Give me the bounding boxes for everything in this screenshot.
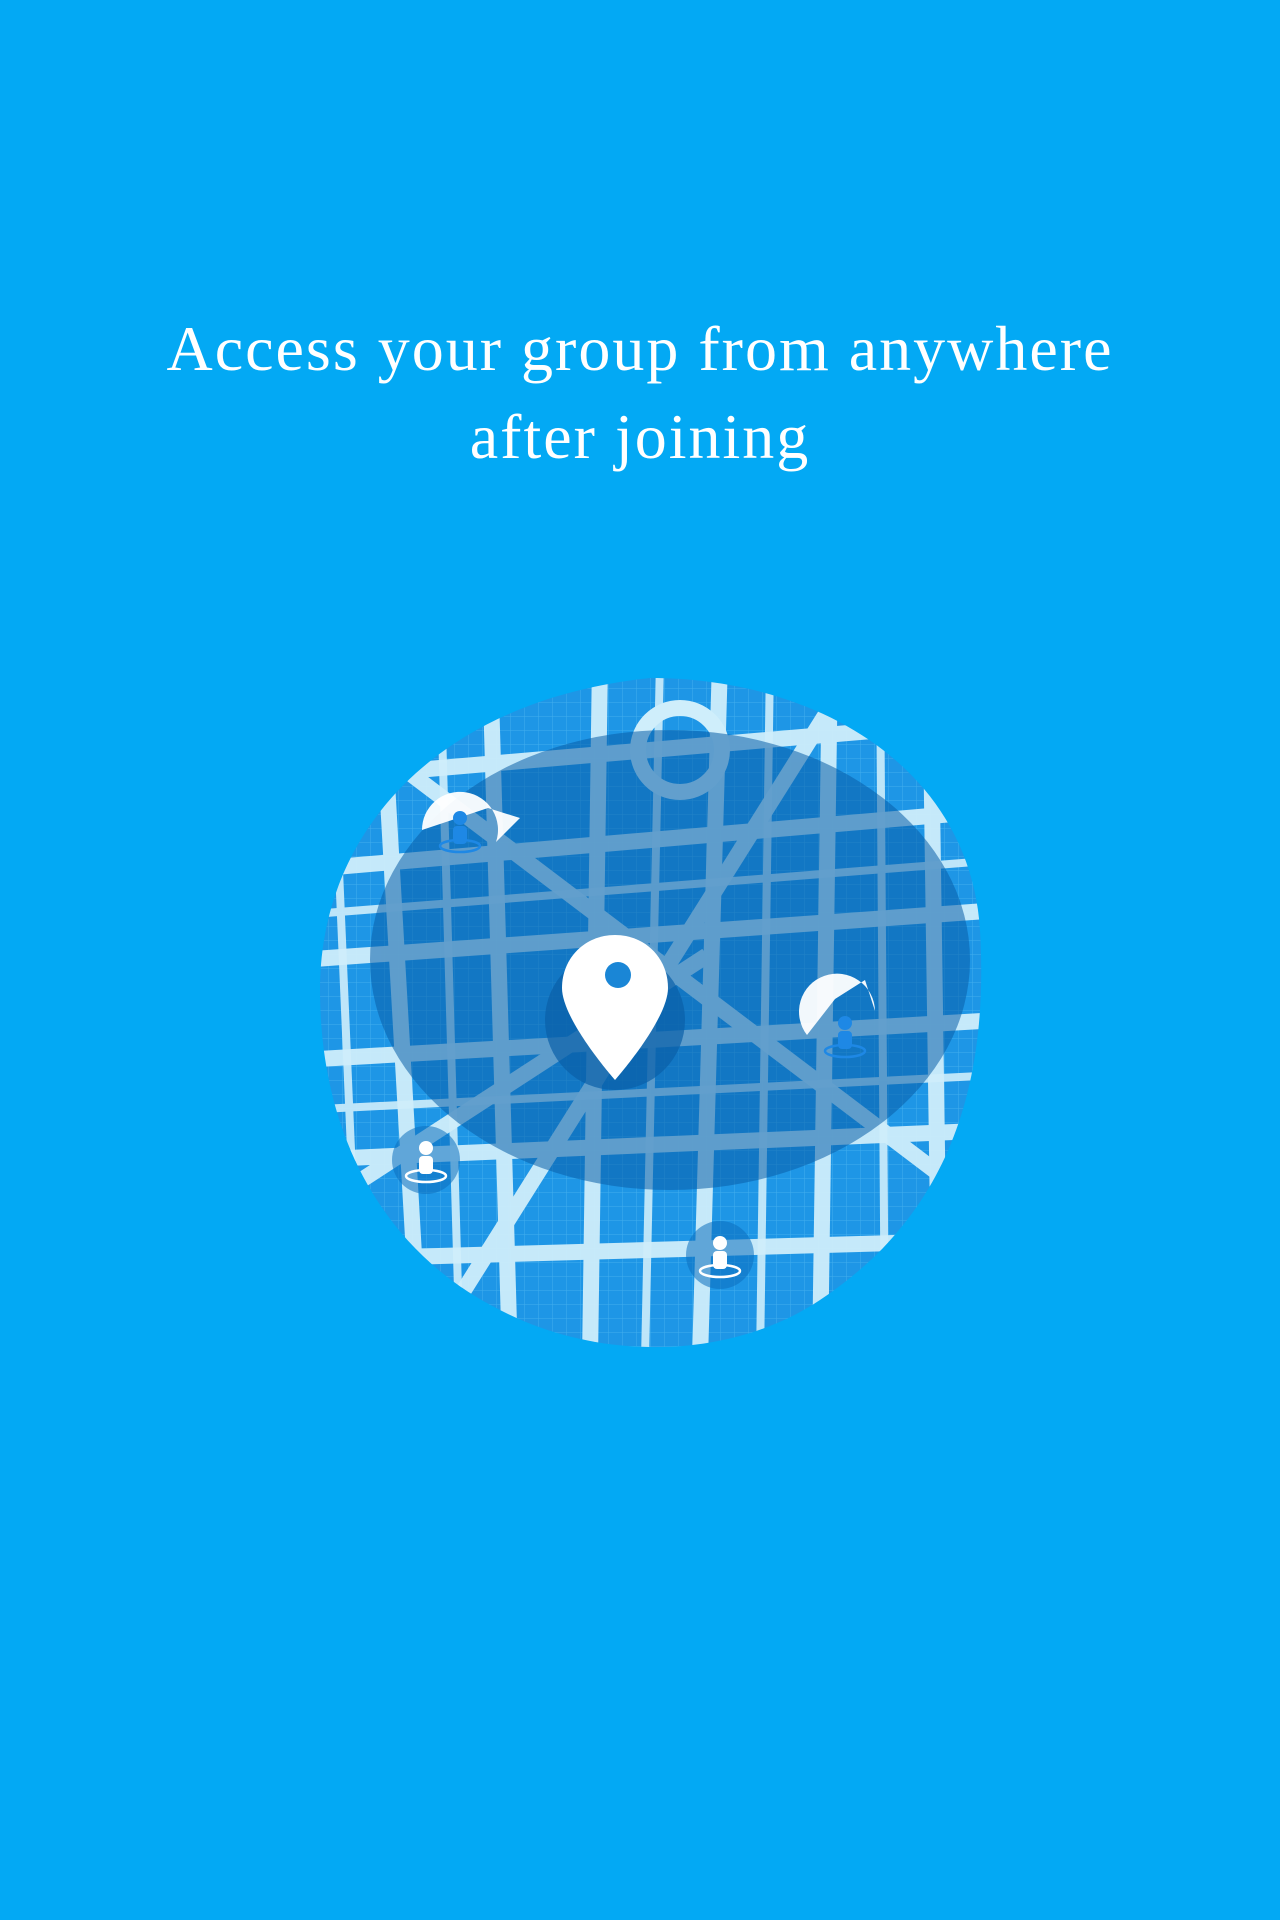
person-marker-icon	[392, 1126, 460, 1194]
headline-line-1: Access your group from anywhere	[166, 313, 1114, 384]
onboarding-screen: Access your group from anywhere after jo…	[0, 0, 1280, 1920]
map-illustration	[300, 660, 1000, 1360]
onboarding-headline: Access your group from anywhere after jo…	[80, 305, 1200, 481]
headline-line-2: after joining	[469, 401, 811, 472]
map-svg	[320, 678, 982, 1348]
person-marker-icon	[686, 1221, 754, 1289]
